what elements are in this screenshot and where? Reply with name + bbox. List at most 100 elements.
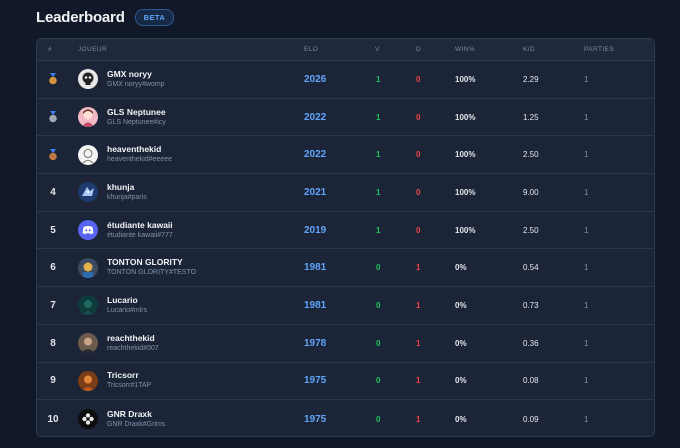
player-name[interactable]: GNR Draxk — [107, 409, 165, 420]
beta-badge: BETA — [134, 8, 175, 26]
rank-cell: 6 — [50, 262, 56, 274]
blue-dragon-avatar — [78, 182, 98, 203]
games-value: 1 — [584, 74, 589, 84]
player-name[interactable]: heaventhekid — [107, 144, 172, 155]
column-header-rank: # — [48, 46, 53, 53]
rank-cell: 4 — [50, 186, 56, 198]
losses-value: 1 — [416, 300, 421, 310]
table-row[interactable]: GMX noryy GMX noryy#womp 2026 1 0 100% 2.29 1 — [37, 61, 654, 99]
rank-cell — [45, 99, 61, 136]
losses-value: 1 — [416, 263, 421, 273]
wins-value: 1 — [376, 225, 381, 235]
table-row[interactable]: 9 Tricsorr Tricsorr#1TAP 1975 0 1 0% 0.08 1 — [37, 363, 654, 401]
player-tag: heaventhekid#eeeee — [107, 156, 173, 164]
games-value: 1 — [584, 300, 589, 310]
player-cell[interactable]: étudiante kawaii étudiante kawaii#777 — [78, 212, 173, 249]
kd-value: 0.08 — [523, 376, 539, 386]
player-name[interactable]: TONTON GLORITY — [107, 257, 196, 268]
wins-value: 1 — [376, 112, 381, 122]
player-info: heaventhekid heaventhekid#eeeee — [107, 144, 172, 165]
table-row[interactable]: 7 Lucario Lucario#mlrs 1981 0 1 0% 0.73 1 — [37, 287, 654, 325]
table-row[interactable]: 8 reachthekid reachthekid#007 1978 0 1 0% 0.36 1 — [37, 325, 654, 363]
games-value: 1 — [584, 225, 589, 235]
player-cell[interactable]: GLS Neptunee GLS Neptunee#icy — [78, 99, 166, 136]
player-cell[interactable]: heaventhekid heaventhekid#eeeee — [78, 136, 172, 173]
table-row[interactable]: 6 TONTON GLORITY TONTON GLORITY#TESTO 1981 0… — [37, 249, 654, 288]
kd-value: 0.09 — [523, 414, 539, 424]
wins-value: 0 — [376, 338, 381, 348]
games-value: 1 — [584, 338, 589, 348]
losses-value: 1 — [416, 414, 421, 424]
kd-value: 0.54 — [523, 263, 539, 273]
winrate-value: 0% — [455, 263, 467, 273]
column-header-losses: D — [416, 46, 422, 53]
player-name[interactable]: GLS Neptunee — [107, 107, 166, 118]
wins-value: 0 — [376, 263, 381, 273]
player-cell[interactable]: Lucario Lucario#mlrs — [78, 287, 147, 324]
losses-value: 1 — [416, 376, 421, 386]
winrate-value: 0% — [455, 338, 467, 348]
kd-value: 2.50 — [523, 150, 539, 160]
losses-value: 0 — [416, 112, 421, 122]
player-info: khunja khunja#paris — [107, 182, 147, 203]
player-name[interactable]: Lucario — [107, 295, 147, 306]
player-tag: khunja#paris — [107, 193, 147, 201]
player-name[interactable]: reachthekid — [107, 333, 159, 344]
rank-cell: 9 — [50, 375, 56, 387]
losses-value: 0 — [416, 187, 421, 197]
table-row[interactable]: 10 GNR Draxk GNR Draxk#Grims 1975 0 1 0% 0.09 1 — [37, 400, 654, 436]
games-value: 1 — [584, 112, 589, 122]
table-row[interactable]: GLS Neptunee GLS Neptunee#icy 2022 1 0 100% 1.… — [37, 99, 654, 137]
player-cell[interactable]: GNR Draxk GNR Draxk#Grims — [78, 400, 165, 436]
photo-avatar — [78, 333, 98, 354]
player-info: GNR Draxk GNR Draxk#Grims — [107, 409, 165, 430]
player-name[interactable]: étudiante kawaii — [107, 220, 173, 231]
losses-value: 0 — [416, 225, 421, 235]
games-value: 1 — [584, 263, 589, 273]
rank-cell: 10 — [47, 413, 59, 425]
table-row[interactable]: heaventhekid heaventhekid#eeeee 2022 1 0 100%… — [37, 136, 654, 175]
losses-value: 0 — [416, 150, 421, 160]
losses-value: 1 — [416, 338, 421, 348]
table-row[interactable]: 4 khunja khunja#paris 2021 1 0 100% 9.00 1 — [37, 174, 654, 212]
winrate-value: 0% — [455, 300, 467, 310]
page-title: Leaderboard — [36, 8, 125, 26]
winrate-value: 100% — [455, 112, 476, 122]
player-info: Tricsorr Tricsorr#1TAP — [107, 370, 151, 391]
table-row[interactable]: 5 étudiante kawaii étudiante kawaii#777 201… — [37, 212, 654, 250]
player-info: Lucario Lucario#mlrs — [107, 295, 147, 316]
dark-teal-avatar — [78, 295, 98, 316]
column-header-games: PARTIES — [584, 46, 615, 53]
player-cell[interactable]: TONTON GLORITY TONTON GLORITY#TESTO — [78, 249, 196, 286]
kd-value: 1.25 — [523, 112, 539, 122]
leaderboard-header: Leaderboard BETA — [36, 8, 175, 26]
kd-value: 0.36 — [523, 338, 539, 348]
wins-value: 1 — [376, 187, 381, 197]
gold-medal-icon — [48, 73, 58, 85]
silver-medal-icon — [48, 111, 58, 123]
sketch-avatar — [78, 144, 98, 165]
column-header-kd: K/D — [523, 46, 536, 53]
games-value: 1 — [584, 150, 589, 160]
winrate-value: 0% — [455, 414, 467, 424]
winrate-value: 100% — [455, 74, 476, 84]
player-tag: GNR Draxk#Grims — [107, 420, 166, 428]
wins-value: 1 — [376, 74, 381, 84]
player-name[interactable]: GMX noryy — [107, 69, 165, 80]
rank-cell — [45, 61, 61, 98]
kd-value: 0.73 — [523, 300, 539, 310]
player-cell[interactable]: khunja khunja#paris — [78, 174, 147, 211]
wins-value: 1 — [376, 150, 381, 160]
player-cell[interactable]: GMX noryy GMX noryy#womp — [78, 61, 165, 98]
player-cell[interactable]: reachthekid reachthekid#007 — [78, 325, 159, 362]
player-cell[interactable]: Tricsorr Tricsorr#1TAP — [78, 363, 151, 400]
player-name[interactable]: khunja — [107, 182, 147, 193]
games-value: 1 — [584, 414, 589, 424]
rank-cell — [45, 136, 61, 173]
player-name[interactable]: Tricsorr — [107, 370, 151, 381]
player-info: étudiante kawaii étudiante kawaii#777 — [107, 220, 173, 241]
kd-value: 2.29 — [523, 74, 539, 84]
leaderboard-table: # JOUEUR ELO V D WIN% K/D PARTIES GMX no… — [36, 38, 655, 437]
elo-value: 1981 — [304, 299, 327, 311]
orange-character-avatar — [78, 370, 98, 391]
